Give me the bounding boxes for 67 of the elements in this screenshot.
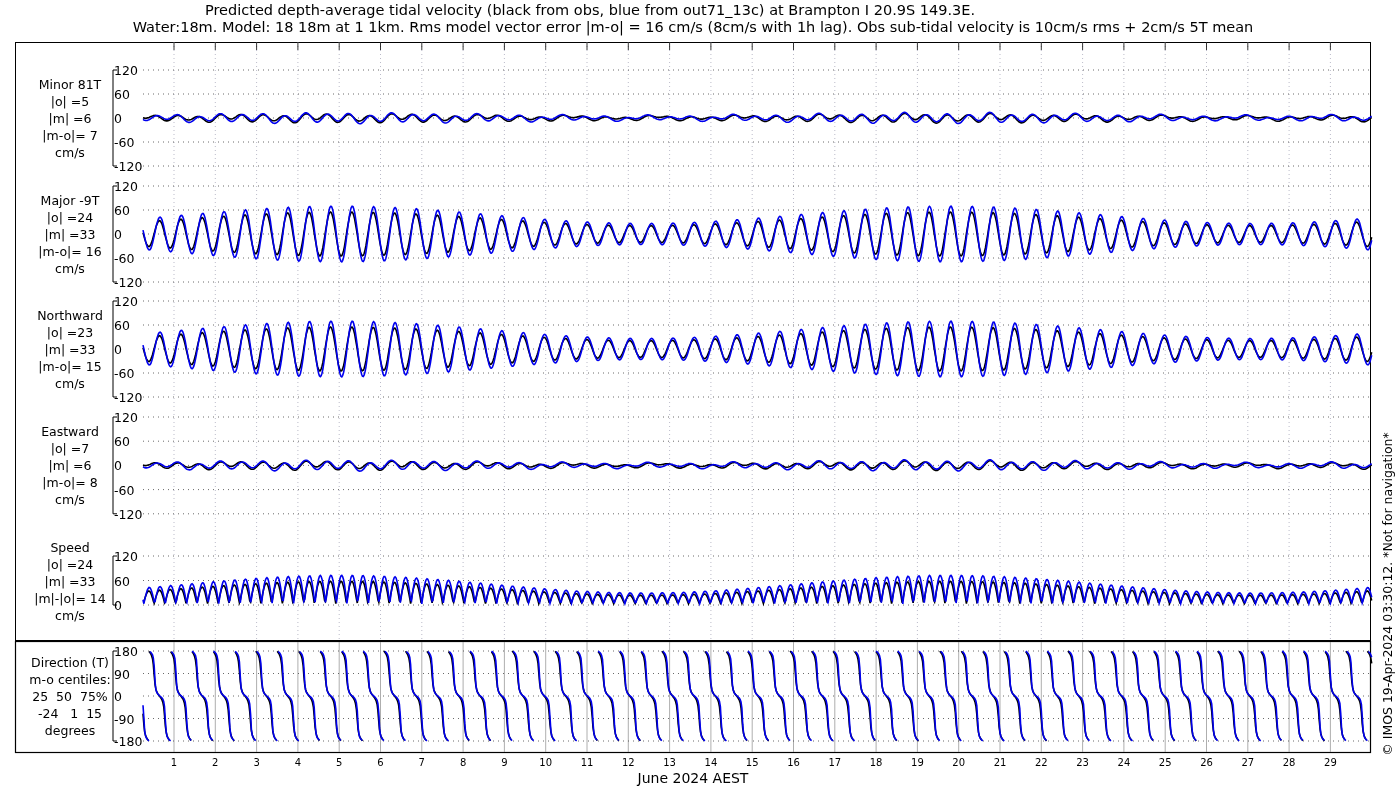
y-tick-label: 180 — [114, 644, 138, 659]
x-tick-label: 26 — [1200, 757, 1213, 768]
y-tick-label: 120 — [114, 549, 138, 564]
x-tick-label: 17 — [828, 757, 842, 768]
x-tick-label: 3 — [253, 757, 260, 768]
x-tick-label: 8 — [459, 757, 467, 768]
x-tick-label: 4 — [294, 757, 302, 768]
x-tick-label: 12 — [621, 757, 635, 768]
x-tick-label: 11 — [580, 757, 594, 768]
y-tick-label: 90 — [114, 666, 130, 682]
x-tick-label: 21 — [993, 757, 1007, 768]
y-tick-label: 0 — [114, 689, 122, 704]
x-tick-label: 22 — [1034, 757, 1048, 768]
y-tick-label: 120 — [114, 179, 138, 194]
y-tick-label: -180 — [114, 734, 143, 749]
x-tick-label: 16 — [787, 757, 800, 768]
y-tick-label: 120 — [114, 410, 138, 425]
y-tick-label: -90 — [114, 711, 135, 727]
y-tick-label: 0 — [114, 458, 122, 474]
x-tick-label: 14 — [704, 757, 718, 768]
y-tick-label: -60 — [114, 482, 135, 498]
x-tick-label: 23 — [1076, 757, 1089, 768]
y-tick-label: 60 — [114, 434, 130, 450]
x-axis-label: June 2024 AEST — [637, 770, 749, 786]
x-tick-label: 6 — [377, 757, 384, 768]
y-tick-label: -60 — [114, 135, 135, 150]
x-tick-label: 24 — [1117, 757, 1131, 768]
y-tick-label: -60 — [114, 366, 135, 381]
y-tick-label: 0 — [114, 111, 122, 126]
x-tick-label: 20 — [952, 757, 966, 768]
panel-label: Major -9T |o| =24 |m| =33 |m-o|= 16 cm/s — [38, 193, 102, 276]
x-tick-label: 1 — [170, 757, 178, 768]
x-tick-label: 13 — [663, 757, 676, 768]
panel-label: Northward |o| =23 |m| =33 |m-o|= 15 cm/s — [37, 308, 103, 391]
y-tick-label: 60 — [114, 318, 130, 333]
y-tick-label: -120 — [114, 275, 143, 290]
panel-label: Direction (T) m-o centiles: 25 50 75% -24 1 15 degrees — [29, 655, 111, 738]
x-tick-label: 28 — [1282, 757, 1296, 768]
x-tick-label: 15 — [745, 757, 759, 768]
y-tick-label: 0 — [114, 342, 122, 357]
y-tick-label: -120 — [114, 506, 143, 522]
chart-title: Predicted depth-average tidal velocity (black from obs, blue from out71_13c) at Brampton I 20.9S 149.3E. — [204, 2, 976, 18]
y-tick-label: 60 — [114, 573, 130, 589]
panel-label: Minor 81T |o| =5 |m| =6 |m-o|= 7 cm/s — [38, 77, 102, 160]
x-tick-label: 2 — [212, 757, 219, 768]
y-tick-label: 120 — [114, 63, 138, 78]
x-tick-label: 9 — [501, 757, 508, 768]
y-tick-label: 0 — [114, 227, 122, 242]
panel-label: Eastward |o| =7 |m| =6 |m-o|= 8 cm/s — [41, 424, 99, 508]
x-tick-label: 7 — [418, 757, 425, 768]
y-tick-label: -60 — [114, 251, 135, 266]
y-tick-label: 60 — [114, 87, 130, 102]
x-tick-label: 10 — [539, 757, 553, 768]
y-tick-label: 0 — [114, 598, 122, 613]
panel-label: Speed |o| =24 |m| =33 |m|-|o|= 14 cm/s — [34, 539, 106, 623]
y-tick-label: -120 — [114, 159, 143, 174]
x-tick-label: 18 — [869, 757, 883, 768]
x-tick-label: 29 — [1324, 757, 1337, 768]
chart-subtitle: Water:18m. Model: 18 18m at 1 1km. Rms model vector error |m-o| = 16 cm/s (8cm/s with 1h lag). Obs sub-tidal velocity is 10cm/s rms + 2cm/s 5T mean — [132, 19, 1254, 35]
x-tick-label: 5 — [336, 757, 343, 768]
y-tick-label: 120 — [114, 294, 138, 309]
credit-text: © IMOS 19-Apr-2024 03:30:12. *Not for navigation* — [1380, 432, 1395, 756]
y-tick-label: 60 — [114, 203, 130, 218]
x-tick-label: 19 — [911, 757, 924, 768]
x-tick-label: 25 — [1158, 757, 1172, 768]
y-tick-label: -120 — [114, 390, 143, 405]
x-tick-label: 27 — [1241, 757, 1255, 768]
